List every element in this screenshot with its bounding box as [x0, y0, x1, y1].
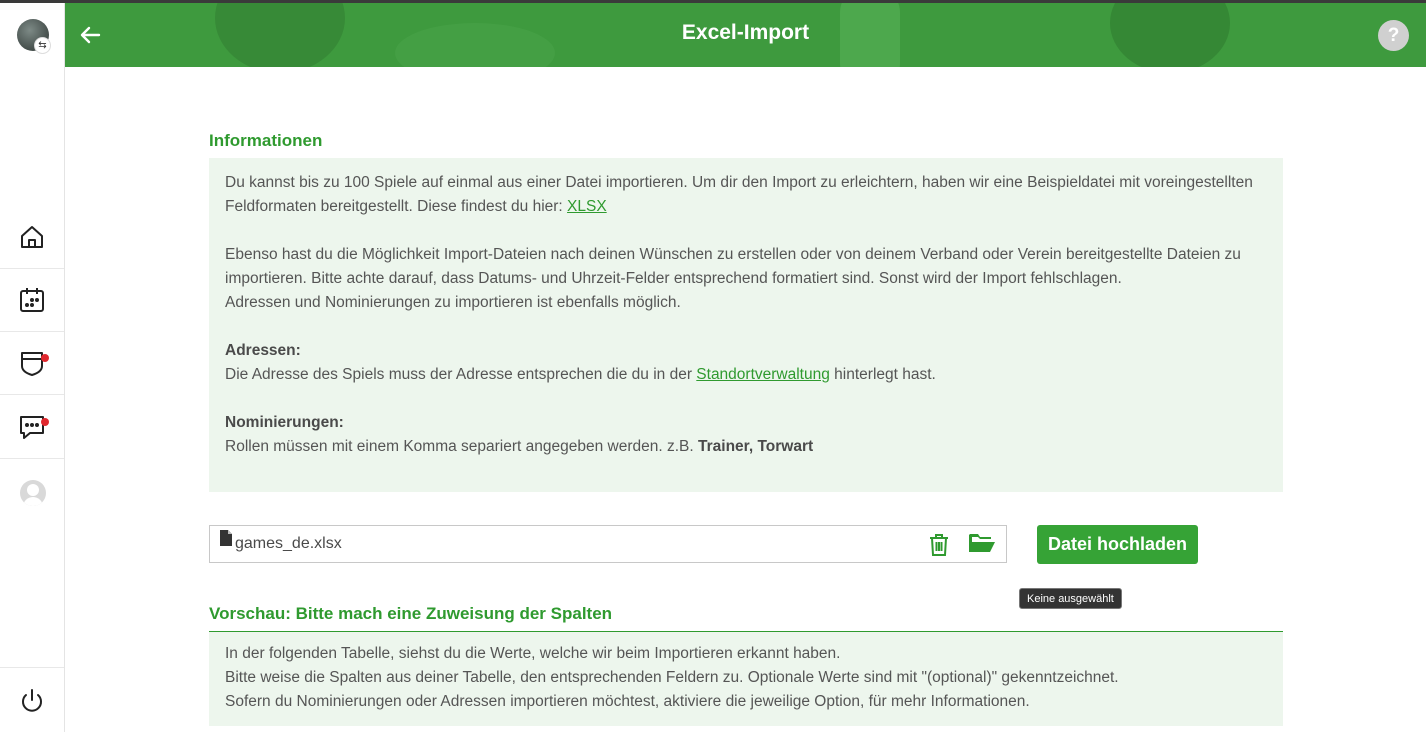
switch-account-icon[interactable]: ⇆ [34, 37, 51, 54]
info-paragraph: Du kannst bis zu 100 Spiele auf einmal a… [225, 174, 1253, 215]
trash-icon[interactable] [928, 533, 950, 557]
addresses-text: Die Adresse des Spiels muss der Adresse … [225, 366, 936, 383]
nominations-text: Rollen müssen mit einem Komma separiert … [225, 438, 814, 455]
notification-dot [41, 418, 49, 426]
info-section-title: Informationen [209, 131, 1283, 159]
page-title: Excel-Import [681, 21, 810, 44]
page-header: Excel-Import ? [65, 3, 1426, 67]
chat-icon [20, 416, 44, 439]
xlsx-download-link[interactable]: XLSX [567, 198, 607, 215]
folder-open-icon[interactable] [968, 531, 996, 555]
preview-info-box: In der folgenden Tabelle, siehst du die … [209, 632, 1283, 726]
user-icon[interactable] [20, 480, 46, 506]
info-paragraph: Ebenso hast du die Möglichkeit Import-Da… [225, 246, 1241, 287]
home-icon [21, 226, 43, 248]
nominations-heading: Nominierungen: [225, 414, 344, 431]
upload-button[interactable]: Datei hochladen [1037, 525, 1198, 564]
preview-section-title: Vorschau: Bitte mach eine Zuweisung der … [209, 604, 1283, 632]
info-box: Du kannst bis zu 100 Spiele auf einmal a… [209, 158, 1283, 492]
preview-line: In der folgenden Tabelle, siehst du die … [225, 645, 841, 662]
sidebar-item-teams[interactable] [0, 332, 64, 395]
logout-button[interactable] [0, 667, 64, 733]
calendar-icon [20, 288, 44, 312]
power-icon [22, 688, 42, 712]
addresses-heading: Adressen: [225, 342, 301, 359]
location-management-link[interactable]: Standortverwaltung [696, 366, 830, 383]
sidebar-item-calendar[interactable] [0, 269, 64, 332]
file-icon [220, 530, 232, 546]
nominations-example: Trainer, Torwart [698, 438, 814, 455]
sidebar: ⇆ [0, 3, 65, 732]
preview-line: Sofern du Nominierungen oder Adressen im… [225, 693, 1030, 710]
sidebar-item-messages[interactable] [0, 396, 64, 459]
file-name: games_de.xlsx [235, 535, 342, 552]
sidebar-item-home[interactable] [0, 206, 64, 269]
shield-icon [21, 352, 43, 376]
preview-line: Bitte weise die Spalten aus deiner Tabel… [225, 669, 1119, 686]
help-button[interactable]: ? [1378, 20, 1409, 51]
file-input-field[interactable]: games_de.xlsx [209, 525, 1007, 563]
notification-dot [41, 354, 49, 362]
info-paragraph: Adressen und Nominierungen zu importiere… [225, 294, 681, 311]
